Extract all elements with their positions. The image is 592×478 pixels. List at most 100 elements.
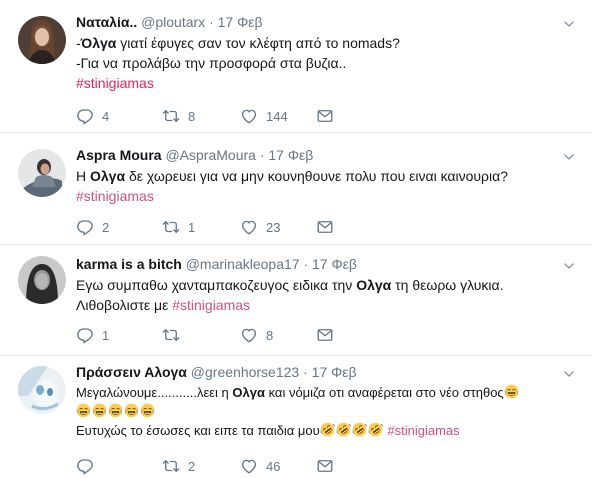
tweet-date[interactable]: 17 Φεβ xyxy=(312,364,357,380)
tweet[interactable]: Ναταλία.. @ploutarx · 17 Φεβ -Όλγα γιατί… xyxy=(0,0,592,133)
dm-button[interactable] xyxy=(316,457,342,475)
tweet-line: Ευτυχώς το έσωσες και ειπε τα παιδια μου… xyxy=(76,421,574,440)
highlighted-name: Όλγα xyxy=(80,35,117,51)
tears-of-joy-emoji xyxy=(76,403,91,418)
tweet-line: Μεγαλώνουμε...........λεει η Ολγα και νό… xyxy=(76,383,574,402)
dm-button[interactable] xyxy=(316,326,342,344)
tweet-line: -Για να προλάβω την προσφορά στα βυζια.. xyxy=(76,55,347,71)
hashtag-link[interactable]: #stinigiamas xyxy=(76,188,154,204)
hashtag-link[interactable]: #stinigiamas xyxy=(172,297,250,313)
retweet-button[interactable]: 1 xyxy=(162,218,195,236)
tears-of-joy-emoji xyxy=(140,403,155,418)
retweet-button[interactable]: 8 xyxy=(162,107,195,125)
text-segment: και νόμιζα οτι αναφέρεται στο νέο στηθος xyxy=(264,385,504,400)
tears-of-joy-emoji xyxy=(108,403,123,418)
tweet-text: Μεγαλώνουμε...........λεει η Ολγα και νό… xyxy=(76,383,574,440)
chevron-down-icon[interactable] xyxy=(562,367,576,381)
user-handle[interactable]: @AspraMoura xyxy=(165,147,255,163)
tweet-text: -Όλγα γιατί έφυγες σαν τον κλέφτη από το… xyxy=(76,33,574,93)
like-icon xyxy=(240,457,258,475)
reply-button[interactable]: 4 xyxy=(76,107,109,125)
avatar[interactable] xyxy=(18,16,66,64)
retweet-icon xyxy=(162,457,180,475)
dm-icon xyxy=(316,457,334,475)
like-icon xyxy=(240,107,258,125)
chevron-down-icon[interactable] xyxy=(562,17,576,31)
tweet-header: Πράσσειν Αλογα @greenhorse123 · 17 Φεβ xyxy=(76,363,357,381)
rofl-emoji xyxy=(368,422,383,437)
tweet-text: Η Ολγα δε χωρευει για να μην κουνηθουνε … xyxy=(76,166,574,206)
user-handle[interactable]: @greenhorse123 xyxy=(191,364,299,380)
rofl-emoji xyxy=(336,422,351,437)
retweet-icon xyxy=(162,107,180,125)
reply-button[interactable]: 1 xyxy=(76,326,109,344)
tears-of-joy-emoji xyxy=(124,403,139,418)
reply-icon xyxy=(76,218,94,236)
rofl-emoji xyxy=(320,422,335,437)
display-name[interactable]: Πράσσειν Αλογα xyxy=(76,364,187,380)
display-name[interactable]: Ναταλία.. xyxy=(76,14,137,30)
retweet-count: 1 xyxy=(188,219,196,235)
user-handle[interactable]: @marinakleopa17 xyxy=(186,256,300,272)
tweet-date[interactable]: 17 Φεβ xyxy=(268,147,313,163)
reply-icon xyxy=(76,107,94,125)
tears-of-joy-emoji xyxy=(92,403,107,418)
chevron-down-icon[interactable] xyxy=(562,150,576,164)
dm-icon xyxy=(316,107,334,125)
retweet-icon xyxy=(162,218,180,236)
retweet-count: 2 xyxy=(188,458,196,474)
text-segment: δε χωρευει για να μην κουνηθουνε πολυ πο… xyxy=(125,168,508,184)
tweet[interactable]: Aspra Moura @AspraMoura · 17 Φεβ Η Ολγα … xyxy=(0,133,592,245)
tweet-date[interactable]: 17 Φεβ xyxy=(312,256,357,272)
tweet-date[interactable]: 17 Φεβ xyxy=(218,14,263,30)
avatar[interactable] xyxy=(18,366,66,414)
emoji-line xyxy=(76,402,574,421)
retweet-button[interactable] xyxy=(162,326,188,344)
text-segment: Η xyxy=(76,168,90,184)
tweet-line: Λιθοβολιστε με #stinigiamas xyxy=(76,295,574,315)
avatar[interactable] xyxy=(18,256,66,304)
tweet-line: -Όλγα γιατί έφυγες σαν τον κλέφτη από το… xyxy=(76,33,574,53)
chevron-down-icon[interactable] xyxy=(562,259,576,273)
retweet-button[interactable]: 2 xyxy=(162,457,195,475)
avatar[interactable] xyxy=(18,149,66,197)
reply-button[interactable]: 2 xyxy=(76,218,109,236)
tweet[interactable]: karma is a bitch @marinakleopa17 · 17 Φε… xyxy=(0,245,592,356)
rofl-emoji xyxy=(352,422,367,437)
dm-button[interactable] xyxy=(316,218,342,236)
tweet-feed: Ναταλία.. @ploutarx · 17 Φεβ -Όλγα γιατί… xyxy=(0,0,592,478)
like-count: 144 xyxy=(266,108,288,124)
display-name[interactable]: karma is a bitch xyxy=(76,256,182,272)
highlighted-name: Ολγα xyxy=(232,385,265,400)
like-icon xyxy=(240,326,258,344)
retweet-count: 8 xyxy=(188,108,196,124)
tweet-header: karma is a bitch @marinakleopa17 · 17 Φε… xyxy=(76,255,357,273)
separator-dot: · xyxy=(303,364,308,380)
tweet-line: Εγω συμπαθω χανταμπακοζευγος ειδικα την … xyxy=(76,275,574,295)
user-handle[interactable]: @ploutarx xyxy=(141,14,205,30)
like-button[interactable]: 46 xyxy=(240,457,280,475)
highlighted-name: Ολγα xyxy=(90,168,126,184)
like-button[interactable]: 144 xyxy=(240,107,288,125)
tweet-header: Aspra Moura @AspraMoura · 17 Φεβ xyxy=(76,146,313,164)
tweet[interactable]: Πράσσειν Αλογα @greenhorse123 · 17 Φεβ Μ… xyxy=(0,356,592,478)
text-segment: Λιθοβολιστε με xyxy=(76,297,173,313)
reply-button[interactable] xyxy=(76,457,102,475)
tears-of-joy-emoji xyxy=(504,384,519,399)
tweet-text: Εγω συμπαθω χανταμπακοζευγος ειδικα την … xyxy=(76,275,574,315)
reply-icon xyxy=(76,326,94,344)
like-button[interactable]: 8 xyxy=(240,326,273,344)
separator-dot: · xyxy=(259,147,265,163)
like-button[interactable]: 23 xyxy=(240,218,280,236)
text-segment: Εγω συμπαθω χανταμπακοζευγος ειδικα την xyxy=(76,277,357,293)
hashtag-link[interactable]: #stinigiamas xyxy=(76,75,154,91)
display-name[interactable]: Aspra Moura xyxy=(76,147,162,163)
like-count: 23 xyxy=(266,219,281,235)
dm-icon xyxy=(316,326,334,344)
like-count: 8 xyxy=(266,327,274,343)
hashtag-link[interactable]: #stinigiamas xyxy=(387,423,459,438)
text-segment: Ευτυχώς το έσωσες και ειπε τα παιδια μου xyxy=(76,423,320,438)
dm-button[interactable] xyxy=(316,107,342,125)
text-segment: τη θεωρω γλυκια. xyxy=(391,277,504,293)
like-count: 46 xyxy=(266,458,281,474)
